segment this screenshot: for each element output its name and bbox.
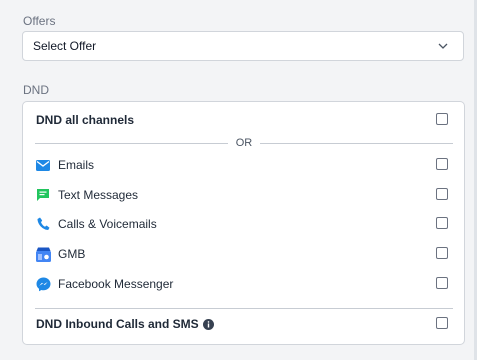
- calls-checkbox[interactable]: [436, 217, 448, 229]
- channel-label-emails: Emails: [58, 158, 95, 172]
- channel-label-facebook: Facebook Messenger: [58, 277, 174, 291]
- channel-row-emails: Emails: [23, 154, 464, 176]
- messenger-icon: [35, 276, 51, 292]
- emails-checkbox[interactable]: [436, 158, 448, 170]
- channel-label-text-messages: Text Messages: [58, 188, 139, 202]
- dnd-inbound-label: DND Inbound Calls and SMS: [36, 317, 199, 331]
- channel-row-gmb: GMB: [23, 243, 464, 265]
- facebook-messenger-checkbox[interactable]: [436, 277, 448, 289]
- gmb-store-icon: [35, 246, 51, 262]
- channel-row-facebook: Facebook Messenger: [23, 273, 464, 295]
- offers-label: Offers: [23, 14, 56, 28]
- channel-row-text-messages: Text Messages: [23, 184, 464, 206]
- info-icon[interactable]: [202, 318, 214, 330]
- phone-icon: [35, 216, 51, 232]
- dnd-inbound-checkbox[interactable]: [436, 317, 448, 329]
- dnd-all-channels-checkbox[interactable]: [436, 113, 448, 125]
- dnd-label: DND: [23, 83, 49, 97]
- channel-label-gmb: GMB: [58, 247, 86, 261]
- dnd-panel: DND all channels OR Emails Text Messages…: [22, 101, 465, 345]
- dnd-inbound-row: DND Inbound Calls and SMS: [23, 313, 464, 335]
- chevron-down-icon: [437, 40, 449, 52]
- gmb-checkbox[interactable]: [436, 247, 448, 259]
- text-messages-checkbox[interactable]: [436, 188, 448, 200]
- channel-row-calls: Calls & Voicemails: [23, 213, 464, 235]
- or-separator: OR: [35, 136, 453, 150]
- offer-select-value: Select Offer: [33, 39, 97, 53]
- dnd-all-channels-row: DND all channels: [23, 109, 464, 131]
- channel-label-calls: Calls & Voicemails: [58, 217, 157, 231]
- mail-icon: [35, 157, 51, 173]
- dnd-all-channels-label: DND all channels: [36, 113, 135, 127]
- or-text: OR: [235, 137, 253, 149]
- offer-select[interactable]: Select Offer: [22, 31, 464, 61]
- chat-icon: [35, 187, 51, 203]
- section-divider: [35, 308, 453, 309]
